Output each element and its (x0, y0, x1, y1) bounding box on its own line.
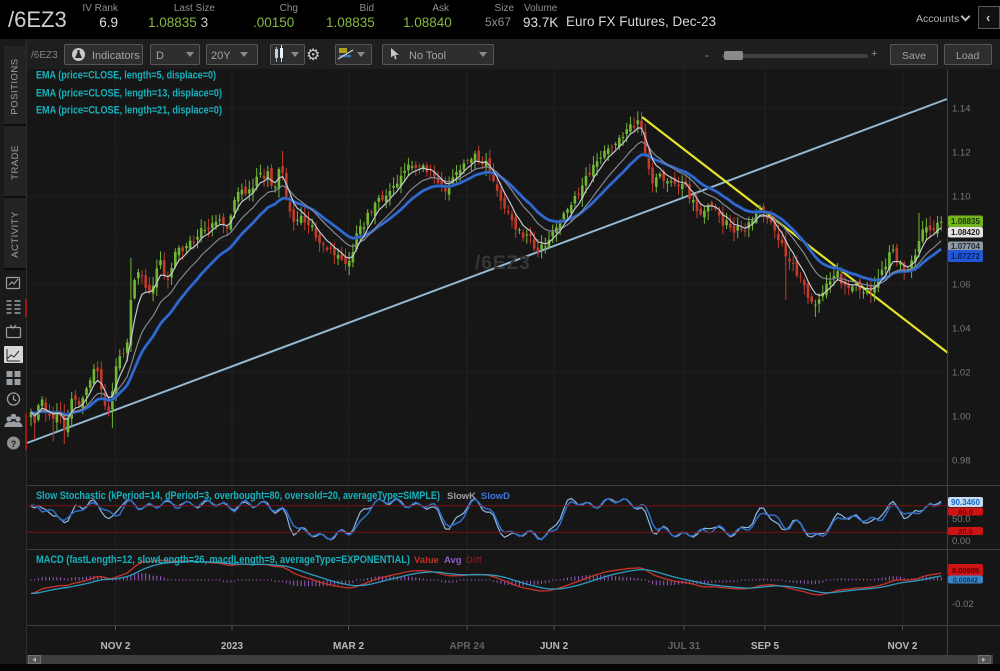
svg-text:MAR 2: MAR 2 (333, 641, 365, 652)
svg-text:1.10: 1.10 (952, 192, 971, 203)
svg-text:1.14: 1.14 (952, 104, 971, 115)
svg-text:1.06: 1.06 (952, 280, 971, 291)
svg-text:JUL 31: JUL 31 (668, 641, 701, 652)
svg-text:?: ? (11, 439, 17, 449)
svg-text:Value: Value (414, 555, 439, 566)
svg-text:EMA (price=CLOSE, length=21, d: EMA (price=CLOSE, length=21, displace=0) (36, 105, 222, 117)
svg-text:EMA (price=CLOSE, length=13, d: EMA (price=CLOSE, length=13, displace=0) (36, 88, 222, 100)
svg-text:2023: 2023 (221, 641, 244, 652)
svg-text:0.00905: 0.00905 (952, 566, 979, 575)
svg-text:SEP 5: SEP 5 (751, 641, 780, 652)
svg-text:1.02: 1.02 (952, 368, 971, 379)
svg-text:1.07704: 1.07704 (951, 242, 980, 251)
svg-text:MACD (fastLength=12, slowLengt: MACD (fastLength=12, slowLength=26, macd… (36, 554, 410, 566)
svg-text:-0.02: -0.02 (952, 599, 974, 610)
svg-text:1.12: 1.12 (952, 148, 971, 159)
svg-text:1.04: 1.04 (952, 324, 971, 335)
svg-text:SlowD: SlowD (481, 491, 510, 502)
svg-text:1.08420: 1.08420 (951, 228, 980, 237)
svg-text:/6EZ3: /6EZ3 (475, 253, 531, 274)
svg-text:JUN 2: JUN 2 (540, 641, 569, 652)
svg-text:1.07272: 1.07272 (951, 252, 980, 261)
svg-text:90.3460: 90.3460 (951, 498, 980, 507)
svg-text:20.0: 20.0 (958, 527, 973, 536)
svg-text:1.08835: 1.08835 (951, 217, 980, 226)
svg-text:NOV 2: NOV 2 (887, 641, 917, 652)
svg-text:0.98: 0.98 (952, 456, 971, 467)
svg-text:0.00842: 0.00842 (953, 577, 978, 584)
svg-text:SlowK: SlowK (447, 491, 476, 502)
svg-text:Slow Stochastic (kPeriod=14, d: Slow Stochastic (kPeriod=14, dPeriod=3, … (36, 490, 440, 502)
svg-text:1.00: 1.00 (952, 412, 971, 423)
svg-text:Avg: Avg (444, 555, 462, 566)
svg-text:50.0: 50.0 (952, 514, 971, 525)
svg-text:EMA (price=CLOSE, length=5, di: EMA (price=CLOSE, length=5, displace=0) (36, 70, 216, 82)
svg-text:NOV 2: NOV 2 (100, 641, 130, 652)
svg-text:Diff: Diff (466, 555, 483, 566)
svg-text:0.00: 0.00 (952, 536, 971, 547)
svg-text:APR 24: APR 24 (449, 641, 484, 652)
